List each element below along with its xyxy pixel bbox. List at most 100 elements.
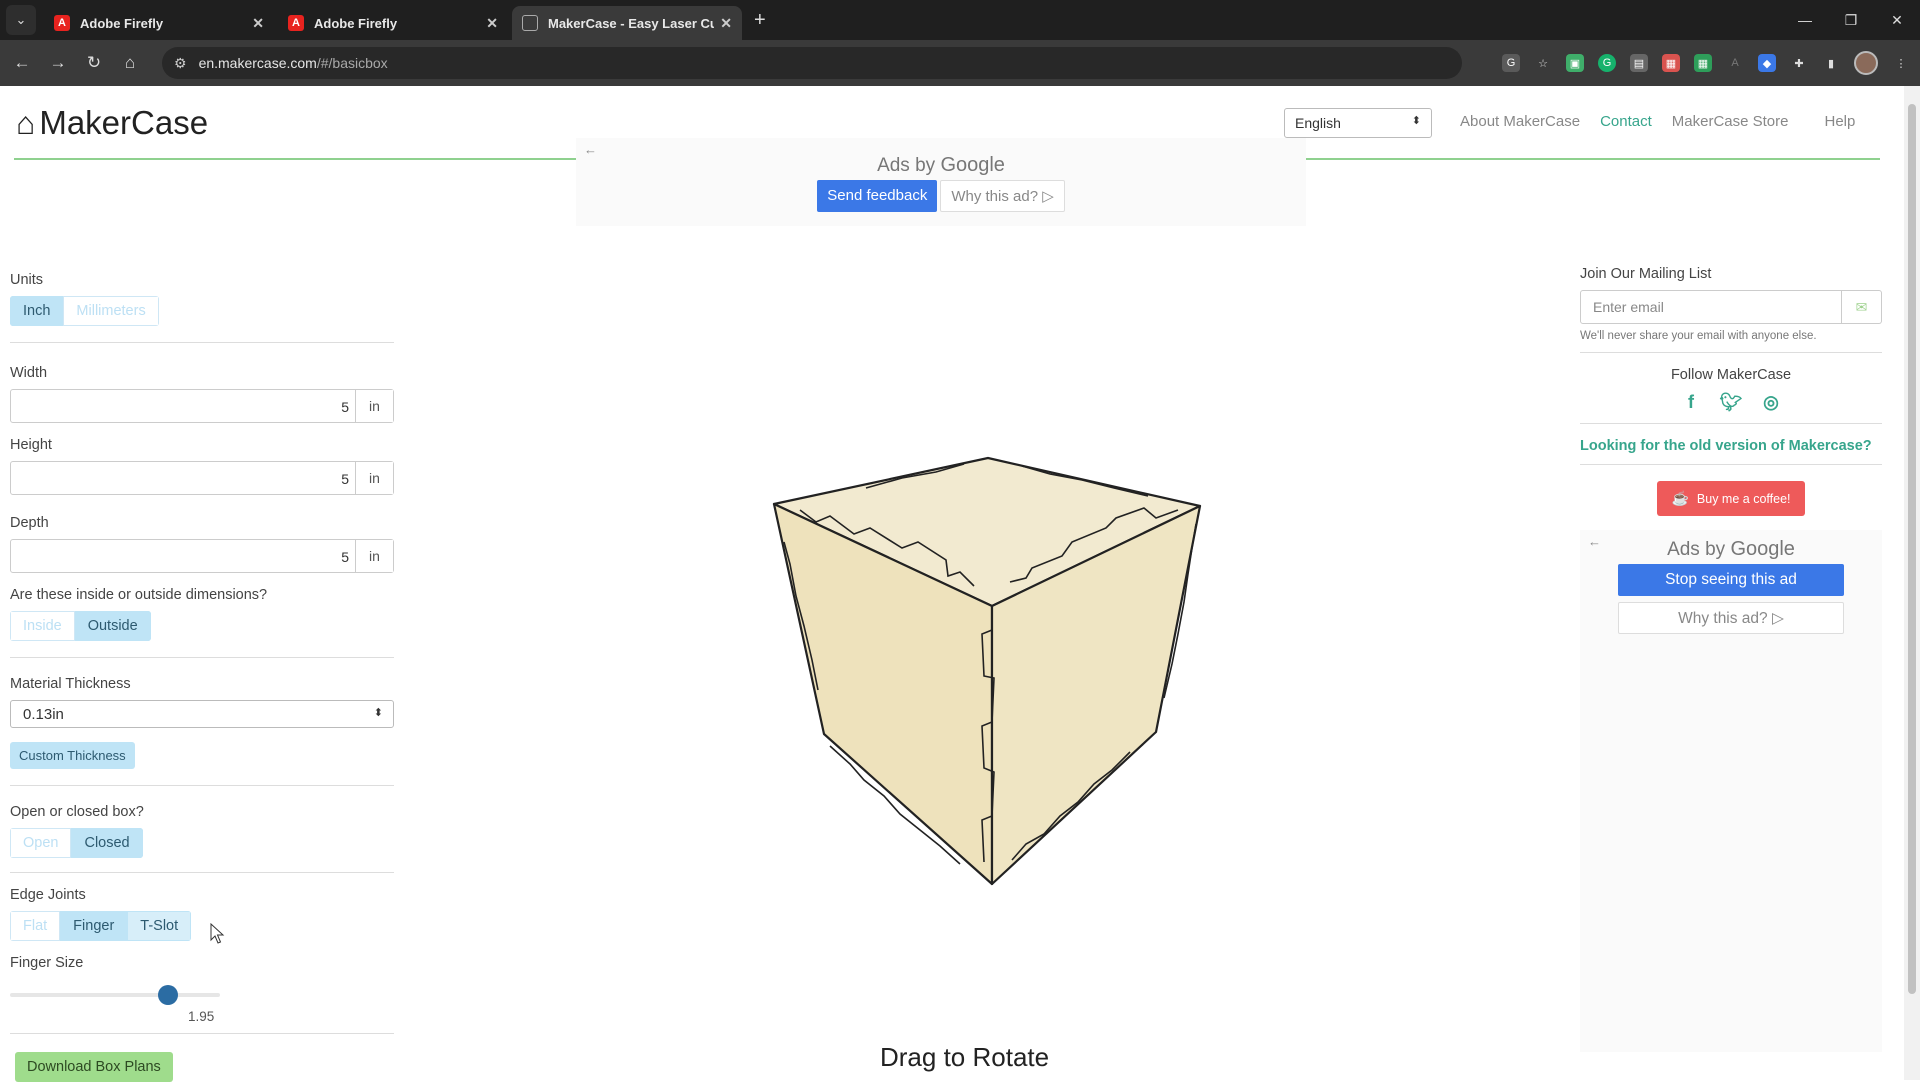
extensions-puzzle-icon[interactable]: ✚ bbox=[1790, 54, 1808, 72]
slider-handle[interactable] bbox=[158, 985, 178, 1005]
restore-icon[interactable]: ❐ bbox=[1828, 0, 1874, 40]
site-info-icon[interactable]: ⚙ bbox=[174, 55, 187, 72]
finger-size-slider[interactable]: 1.95 bbox=[10, 979, 220, 1024]
grammarly-icon[interactable]: G bbox=[1598, 54, 1616, 72]
old-version-link[interactable]: Looking for the old version of Makercase… bbox=[1580, 438, 1882, 454]
minimize-icon[interactable]: — bbox=[1782, 0, 1828, 40]
depth-input[interactable]: 5 bbox=[11, 540, 355, 572]
scrollbar-thumb[interactable] bbox=[1908, 104, 1916, 994]
why-this-ad-button[interactable]: Why this ad? ▷ bbox=[940, 180, 1065, 212]
printer-extension-icon[interactable]: ▤ bbox=[1630, 54, 1648, 72]
facebook-icon[interactable]: f bbox=[1680, 391, 1702, 413]
tab-close-icon[interactable]: ✕ bbox=[720, 15, 732, 32]
box-3d-preview[interactable] bbox=[760, 446, 1220, 906]
divider bbox=[10, 657, 394, 658]
edge-joints-toggle: Flat Finger T-Slot bbox=[10, 911, 192, 941]
tslot-joint-button[interactable]: T-Slot bbox=[127, 911, 192, 941]
url-path: /#/basicbox bbox=[316, 55, 388, 71]
inside-button[interactable]: Inside bbox=[10, 611, 75, 641]
new-tab-plus-icon[interactable]: + bbox=[754, 9, 766, 32]
ad-buttons: Send feedback Why this ad? ▷ bbox=[576, 180, 1306, 212]
forward-arrow-icon[interactable]: → bbox=[40, 53, 76, 73]
mouse-cursor-icon bbox=[210, 923, 225, 944]
drag-to-rotate-hint: Drag to Rotate bbox=[880, 1042, 1050, 1072]
home-icon[interactable]: ⌂ bbox=[112, 53, 148, 73]
download-box-plans-button[interactable]: Download Box Plans bbox=[15, 1052, 173, 1082]
coffee-label: Buy me a coffee! bbox=[1696, 491, 1791, 506]
edge-joints-label: Edge Joints bbox=[10, 887, 86, 903]
units-label: Units bbox=[10, 272, 44, 288]
email-input[interactable]: Enter email bbox=[1580, 290, 1842, 324]
tab-search-chevron-icon[interactable]: ⌄ bbox=[6, 5, 36, 35]
divider bbox=[1580, 352, 1882, 353]
material-thickness-label: Material Thickness bbox=[10, 676, 131, 692]
nav-help[interactable]: Help bbox=[1824, 113, 1855, 130]
material-thickness-select[interactable]: 0.13in ⬍ bbox=[10, 700, 394, 728]
why-this-ad-button[interactable]: Why this ad? ▷ bbox=[1618, 602, 1844, 634]
extension-green-icon[interactable]: ▣ bbox=[1566, 54, 1584, 72]
browser-tab-3-active[interactable]: MakerCase - Easy Laser Cut Ca ✕ bbox=[512, 6, 742, 40]
browser-tab-bar: ⌄ A Adobe Firefly ✕ A Adobe Firefly ✕ Ma… bbox=[0, 0, 1920, 40]
coffee-wrap: ☕ Buy me a coffee! bbox=[1580, 481, 1882, 516]
page-scrollbar[interactable] bbox=[1904, 86, 1920, 1080]
dimensions-question: Are these inside or outside dimensions? bbox=[10, 587, 268, 603]
open-button[interactable]: Open bbox=[10, 828, 72, 858]
address-bar[interactable]: ⚙ en.makercase.com/#/basicbox bbox=[162, 47, 1462, 79]
window-controls: — ❐ ✕ bbox=[1782, 0, 1920, 40]
tab-close-icon[interactable]: ✕ bbox=[486, 15, 498, 32]
twitter-icon[interactable]: 🐦︎ bbox=[1720, 391, 1743, 413]
top-nav: About MakerCase Contact MakerCase Store … bbox=[1460, 113, 1875, 130]
sheets-extension-icon[interactable]: ▦ bbox=[1694, 54, 1712, 72]
bookmark-star-icon[interactable]: ☆ bbox=[1534, 54, 1552, 72]
makercase-favicon-icon bbox=[522, 15, 538, 31]
google-lens-icon[interactable]: G bbox=[1502, 54, 1520, 72]
url-host: en.makercase.com bbox=[198, 55, 317, 71]
custom-thickness-button[interactable]: Custom Thickness bbox=[10, 742, 135, 769]
browser-tab-2[interactable]: A Adobe Firefly ✕ bbox=[278, 6, 508, 40]
select-caret-icon: ⬍ bbox=[1411, 115, 1421, 127]
units-inch-button[interactable]: Inch bbox=[10, 296, 64, 326]
height-unit: in bbox=[355, 462, 393, 494]
profile-avatar[interactable] bbox=[1854, 51, 1878, 75]
tab-title: Adobe Firefly bbox=[314, 15, 398, 31]
outside-button[interactable]: Outside bbox=[74, 611, 151, 641]
nav-about[interactable]: About MakerCase bbox=[1460, 113, 1580, 130]
instagram-icon[interactable]: ◎ bbox=[1760, 391, 1782, 413]
close-window-icon[interactable]: ✕ bbox=[1874, 0, 1920, 40]
social-links: f 🐦︎ ◎ bbox=[1580, 391, 1882, 413]
units-mm-button[interactable]: Millimeters bbox=[63, 296, 159, 326]
buy-me-a-coffee-button[interactable]: ☕ Buy me a coffee! bbox=[1657, 481, 1805, 516]
finger-joint-button[interactable]: Finger bbox=[60, 911, 128, 941]
flat-joint-button[interactable]: Flat bbox=[10, 911, 61, 941]
blue-extension-icon[interactable]: ◆ bbox=[1758, 54, 1776, 72]
width-input[interactable]: 5 bbox=[11, 390, 355, 422]
select-caret-icon: ⬍ bbox=[373, 707, 383, 719]
makercase-logo[interactable]: ⌂ MakerCase bbox=[16, 104, 208, 142]
language-select[interactable]: English ⬍ bbox=[1284, 108, 1432, 138]
inside-outside-toggle: Inside Outside bbox=[10, 611, 151, 641]
subscribe-envelope-icon[interactable]: ✉ bbox=[1842, 290, 1882, 324]
browser-tab-1[interactable]: A Adobe Firefly ✕ bbox=[44, 6, 274, 40]
privacy-note: We'll never share your email with anyone… bbox=[1580, 330, 1817, 342]
menu-kebab-icon[interactable]: ⋮ bbox=[1892, 54, 1910, 72]
browser-toolbar: ← → ↻ ⌂ ⚙ en.makercase.com/#/basicbox G … bbox=[0, 40, 1920, 86]
height-input[interactable]: 5 bbox=[11, 462, 355, 494]
nav-store[interactable]: MakerCase Store bbox=[1672, 113, 1789, 130]
red-extension-icon[interactable]: ▦ bbox=[1662, 54, 1680, 72]
thickness-value: 0.13in bbox=[23, 706, 64, 723]
send-feedback-button[interactable]: Send feedback bbox=[817, 180, 938, 212]
house-icon: ⌂ bbox=[16, 104, 36, 141]
nav-contact[interactable]: Contact bbox=[1600, 113, 1652, 130]
tab-close-icon[interactable]: ✕ bbox=[252, 15, 264, 32]
divider bbox=[10, 1033, 394, 1034]
reload-icon[interactable]: ↻ bbox=[76, 53, 112, 73]
back-arrow-icon[interactable]: ← bbox=[4, 53, 40, 73]
page: ⌂ MakerCase English ⬍ About MakerCase Co… bbox=[0, 86, 1904, 1082]
translate-extension-icon[interactable]: A bbox=[1726, 54, 1744, 72]
right-sidebar: Join Our Mailing List Enter email ✉ We'l… bbox=[1580, 266, 1882, 1052]
stop-seeing-ad-button[interactable]: Stop seeing this ad bbox=[1618, 564, 1844, 596]
side-ad: ← Ads by Google Stop seeing this ad Why … bbox=[1580, 530, 1882, 1052]
side-panel-icon[interactable]: ▮ bbox=[1822, 54, 1840, 72]
closed-button[interactable]: Closed bbox=[71, 828, 143, 858]
divider bbox=[10, 342, 394, 343]
